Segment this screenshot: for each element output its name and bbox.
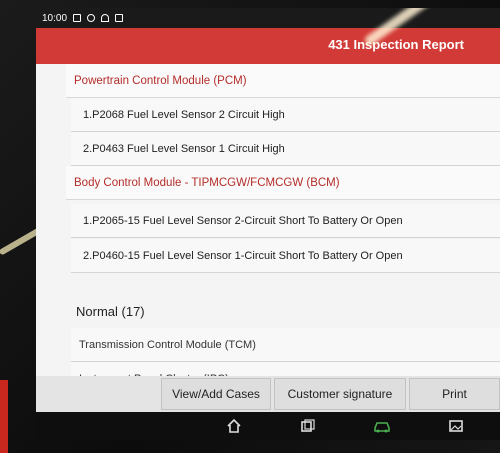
- customer-signature-button[interactable]: Customer signature: [274, 378, 406, 410]
- wifi-icon: [101, 14, 110, 22]
- vci-car-icon[interactable]: [372, 416, 392, 436]
- module-name: Powertrain Control Module (PCM): [74, 74, 247, 87]
- notification-icon: [73, 14, 82, 22]
- view-add-cases-button[interactable]: View/Add Cases: [161, 378, 271, 410]
- module-header-bcm: Body Control Module - TIPMCGW/FCMCGW (BC…: [66, 166, 500, 200]
- fault-text: 2.P0460-15 Fuel Level Sensor 1-Circuit S…: [83, 249, 403, 262]
- settings-icon: [87, 14, 96, 22]
- module-name: Body Control Module - TIPMCGW/FCMCGW (BC…: [74, 176, 340, 189]
- fault-row[interactable]: 2.P0463 Fuel Level Sensor 1 Circuit High: [71, 132, 500, 166]
- action-bar: View/Add Cases Customer signature Print: [36, 376, 500, 412]
- fault-text: 1.P2065-15 Fuel Level Sensor 2-Circuit S…: [83, 214, 403, 227]
- module-header-pcm: Powertrain Control Module (PCM): [66, 64, 500, 98]
- home-icon[interactable]: [224, 416, 244, 436]
- tablet-screen: 10:00 431 Inspection Report Powertrain C…: [36, 8, 500, 440]
- fault-text: 1.P2068 Fuel Level Sensor 2 Circuit High: [83, 108, 285, 121]
- recent-apps-icon[interactable]: [298, 416, 318, 436]
- button-label: Print: [442, 387, 467, 401]
- device-red-edge: [0, 380, 8, 453]
- fault-row[interactable]: 2.P0460-15 Fuel Level Sensor 1-Circuit S…: [71, 239, 500, 273]
- battery-icon: [115, 14, 124, 22]
- report-content[interactable]: Powertrain Control Module (PCM) 1.P2068 …: [36, 64, 500, 430]
- app-header: 431 Inspection Report: [36, 28, 500, 64]
- print-button[interactable]: Print: [409, 378, 500, 410]
- status-bar: 10:00: [36, 8, 500, 28]
- fault-text: 2.P0463 Fuel Level Sensor 1 Circuit High: [83, 142, 285, 155]
- button-label: View/Add Cases: [172, 387, 260, 401]
- normal-module-name: Transmission Control Module (TCM): [79, 338, 256, 351]
- normal-section-label: Normal (17): [76, 304, 145, 319]
- screenshot-icon[interactable]: [446, 416, 466, 436]
- button-label: Customer signature: [287, 387, 393, 401]
- normal-module-row[interactable]: Transmission Control Module (TCM): [71, 328, 500, 362]
- page-title: 431 Inspection Report: [328, 37, 464, 52]
- fault-row[interactable]: 1.P2065-15 Fuel Level Sensor 2-Circuit S…: [71, 204, 500, 238]
- system-nav-bar: [36, 412, 500, 440]
- fault-row[interactable]: 1.P2068 Fuel Level Sensor 2 Circuit High: [71, 98, 500, 132]
- status-time: 10:00: [42, 12, 68, 24]
